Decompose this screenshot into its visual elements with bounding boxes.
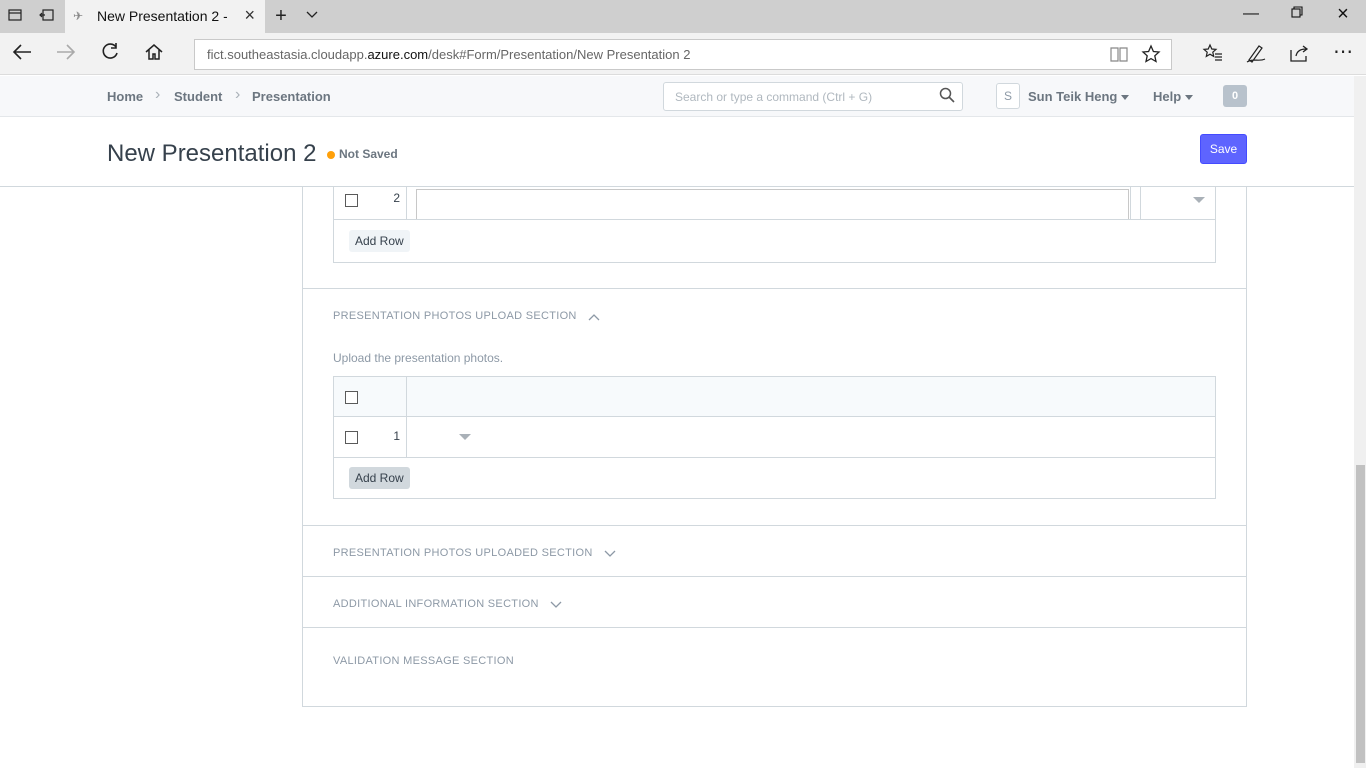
additional-info-section-heading[interactable]: ADDITIONAL INFORMATION SECTION xyxy=(333,598,562,610)
reading-view-icon[interactable] xyxy=(1109,44,1129,69)
photo-field[interactable] xyxy=(407,417,1215,457)
scrollbar-thumb[interactable] xyxy=(1356,465,1365,763)
forward-icon[interactable] xyxy=(52,41,80,67)
favorites-hub-icon[interactable] xyxy=(1200,42,1226,66)
row-number: 1 xyxy=(393,429,400,443)
more-icon[interactable]: ⋯ xyxy=(1330,39,1356,63)
app-navbar: Home › Student › Presentation Search or … xyxy=(0,76,1354,117)
restore-icon[interactable] xyxy=(1282,5,1312,23)
column-divider xyxy=(1130,187,1131,219)
tab-favicon-icon: ✈ xyxy=(73,9,84,23)
tab-active[interactable]: ✈ New Presentation 2 - New Presentation … xyxy=(65,0,265,33)
refresh-icon[interactable] xyxy=(96,41,124,67)
add-row-button[interactable]: Add Row xyxy=(349,467,410,489)
previous-grid: 2 Add Row xyxy=(333,186,1216,263)
url-text: fict.southeastasia.cloudapp.azure.com/de… xyxy=(207,47,691,62)
status-badge: Not Saved xyxy=(339,147,398,161)
section-description: Upload the presentation photos. xyxy=(333,351,504,365)
photos-uploaded-section-heading[interactable]: PRESENTATION PHOTOS UPLOADED SECTION xyxy=(333,547,616,559)
breadcrumb-presentation[interactable]: Presentation xyxy=(252,89,331,104)
add-row-button[interactable]: Add Row xyxy=(349,230,410,252)
back-icon[interactable] xyxy=(8,41,36,67)
section-title: PRESENTATION PHOTOS UPLOADED SECTION xyxy=(333,547,593,559)
pen-icon[interactable] xyxy=(1243,42,1269,66)
chevron-up-icon[interactable] xyxy=(588,312,600,321)
save-button[interactable]: Save xyxy=(1200,134,1247,164)
minimize-icon[interactable]: — xyxy=(1236,5,1266,23)
section-divider xyxy=(303,576,1246,577)
search-input[interactable]: Search or type a command (Ctrl + G) xyxy=(663,82,963,111)
section-title: PRESENTATION PHOTOS UPLOAD SECTION xyxy=(333,310,577,322)
column-divider xyxy=(406,187,407,219)
row-number: 2 xyxy=(393,191,400,205)
row-text-editor[interactable] xyxy=(416,189,1129,219)
chevron-down-icon[interactable] xyxy=(604,549,616,558)
new-tab-icon[interactable]: + xyxy=(272,6,290,26)
page-title: New Presentation 2 xyxy=(107,140,317,167)
share-icon[interactable] xyxy=(1286,42,1312,66)
dropdown-caret-icon[interactable] xyxy=(459,434,471,440)
back-tabs-icon[interactable] xyxy=(38,7,56,25)
validation-message-section-heading: VALIDATION MESSAGE SECTION xyxy=(333,655,514,667)
help-menu[interactable]: Help xyxy=(1153,89,1194,104)
select-all-checkbox[interactable] xyxy=(345,391,358,404)
grid-header xyxy=(334,377,1215,417)
caret-down-icon xyxy=(1121,95,1130,101)
section-divider xyxy=(303,525,1246,526)
photos-upload-section-heading[interactable]: PRESENTATION PHOTOS UPLOAD SECTION xyxy=(333,310,600,322)
section-title: VALIDATION MESSAGE SECTION xyxy=(333,655,514,667)
notification-badge[interactable]: 0 xyxy=(1223,85,1247,107)
tab-menu-icon[interactable] xyxy=(303,7,321,25)
tab-title: New Presentation 2 - New Presentation 2 xyxy=(97,8,227,24)
url-field[interactable]: fict.southeastasia.cloudapp.azure.com/de… xyxy=(194,39,1172,70)
column-divider xyxy=(1140,187,1141,219)
breadcrumb-separator-icon: › xyxy=(155,86,161,103)
close-window-icon[interactable]: × xyxy=(1328,3,1358,26)
section-title: ADDITIONAL INFORMATION SECTION xyxy=(333,598,539,610)
photos-upload-grid: 1 Add Row xyxy=(333,376,1216,499)
grid-row-border xyxy=(334,219,1215,220)
search-placeholder: Search or type a command (Ctrl + G) xyxy=(675,90,873,104)
search-icon[interactable] xyxy=(938,86,956,104)
section-divider xyxy=(303,627,1246,628)
caret-down-icon xyxy=(1185,95,1194,101)
breadcrumb-student[interactable]: Student xyxy=(174,89,222,104)
avatar[interactable]: S xyxy=(996,83,1020,109)
tab-close-icon[interactable]: × xyxy=(244,5,255,26)
user-menu[interactable]: Sun Teik Heng xyxy=(1028,89,1130,104)
grid-row-border xyxy=(334,457,1215,458)
browser-tab-bar: ✈ New Presentation 2 - New Presentation … xyxy=(0,0,1366,33)
row-checkbox[interactable] xyxy=(345,194,358,207)
chevron-down-icon[interactable] xyxy=(550,600,562,609)
tab-list-icon[interactable] xyxy=(6,7,24,25)
form-body: 2 Add Row PRESENTATION PHOTOS UPLOAD SEC… xyxy=(302,186,1247,707)
section-divider xyxy=(303,288,1246,289)
status-indicator-icon xyxy=(327,151,335,159)
page-head: New Presentation 2 Not Saved Save xyxy=(0,117,1354,187)
breadcrumb-home[interactable]: Home xyxy=(107,89,143,104)
home-icon[interactable] xyxy=(140,41,168,67)
address-bar: fict.southeastasia.cloudapp.azure.com/de… xyxy=(0,33,1366,75)
row-checkbox[interactable] xyxy=(345,431,358,444)
help-label: Help xyxy=(1153,89,1182,104)
user-name: Sun Teik Heng xyxy=(1028,89,1118,104)
breadcrumb-separator-icon: › xyxy=(235,86,241,103)
dropdown-caret-icon[interactable] xyxy=(1193,197,1205,203)
favorite-star-icon[interactable] xyxy=(1141,44,1161,69)
